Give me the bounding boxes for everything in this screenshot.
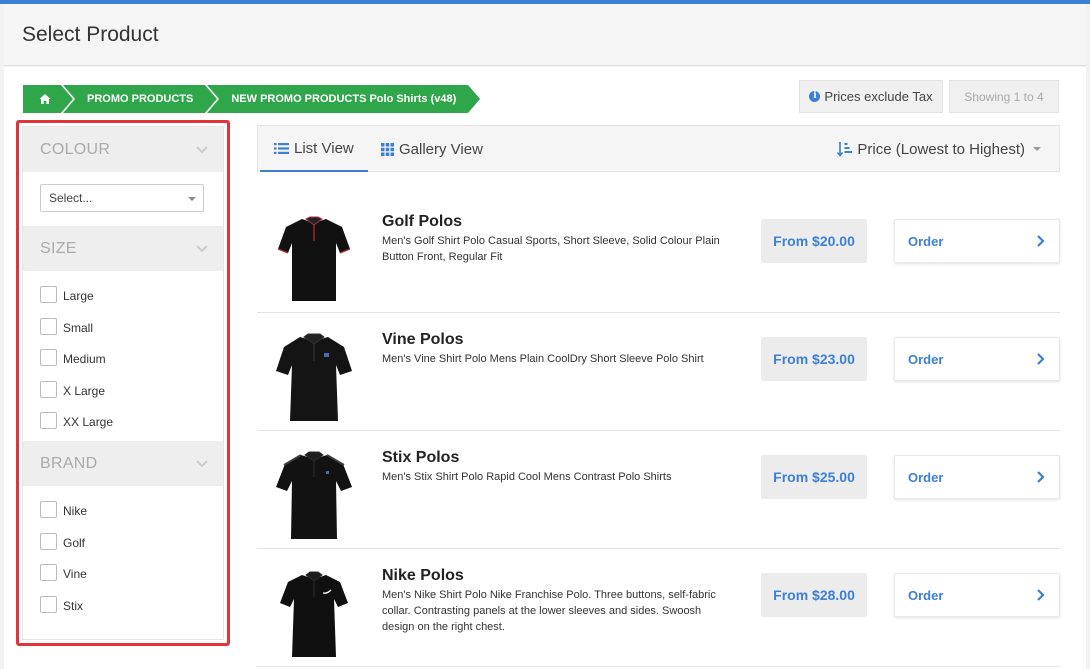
option-label: Small (63, 320, 94, 335)
brand-filter-header[interactable]: BRAND (23, 440, 223, 486)
brand-option-vine[interactable]: Vine (40, 561, 223, 593)
page-header: Select Product (4, 4, 1086, 66)
order-label: Order (908, 352, 944, 367)
price-badge: From $20.00 (761, 219, 867, 263)
chevron-down-icon (196, 460, 208, 468)
size-filter-header[interactable]: SIZE (23, 226, 223, 271)
colour-filter-header[interactable]: COLOUR (23, 127, 223, 172)
sort-caret-icon (1033, 147, 1041, 151)
option-label: XX Large (63, 415, 114, 430)
tax-label: Prices exclude Tax (824, 89, 933, 104)
product-name[interactable]: Golf Polos (382, 213, 462, 231)
gallery-view-label: Gallery View (399, 140, 483, 158)
brand-option-golf[interactable]: Golf (40, 530, 223, 562)
order-button[interactable]: Order (894, 455, 1060, 499)
product-name[interactable]: Vine Polos (382, 331, 464, 349)
select-caret-icon (188, 197, 196, 201)
order-button[interactable]: Order (894, 219, 1060, 263)
product-name[interactable]: Nike Polos (382, 567, 464, 585)
checkbox[interactable] (40, 317, 57, 335)
order-label: Order (908, 588, 944, 603)
brand-option-stix[interactable]: Stix (40, 593, 223, 625)
size-option-x-large[interactable]: X Large (40, 378, 223, 410)
info-icon: i (809, 91, 821, 102)
size-option-small[interactable]: Small (40, 315, 223, 347)
price-badge: From $28.00 (761, 573, 867, 617)
list-view-label: List View (294, 139, 354, 157)
checkbox[interactable] (40, 380, 57, 398)
view-toolbar: List View Gallery View Price (Lowest to … (257, 125, 1060, 172)
breadcrumb-polo-shirts[interactable]: NEW PROMO PRODUCTS Polo Shirts (v48) (207, 85, 481, 113)
home-icon (39, 94, 51, 104)
order-label: Order (908, 470, 944, 485)
chevron-right-icon (1037, 471, 1045, 483)
sort-label: Price (Lowest to Highest) (857, 140, 1025, 158)
order-button[interactable]: Order (894, 573, 1060, 617)
polo-shirt-image (280, 571, 348, 657)
option-label: X Large (63, 383, 106, 398)
showing-count: Showing 1 to 4 (949, 80, 1059, 113)
checkbox[interactable] (40, 500, 57, 518)
option-label: Medium (63, 352, 106, 367)
order-label: Order (908, 234, 944, 249)
size-options: Large Small Medium X Large XX Large (23, 271, 223, 441)
page-title: Select Product (22, 23, 159, 46)
checkbox[interactable] (40, 564, 57, 582)
sort-dropdown[interactable]: Price (Lowest to Highest) (837, 126, 1041, 172)
product-row: Stix Polos Men's Stix Shirt Polo Rapid C… (257, 431, 1060, 549)
filter-sidebar: COLOUR Select... SIZE Large Small Medium… (22, 126, 224, 640)
product-row: Golf Polos Men's Golf Shirt Polo Casual … (257, 195, 1060, 313)
colour-select[interactable]: Select... (40, 184, 204, 212)
price-badge: From $25.00 (761, 455, 867, 499)
checkbox[interactable] (40, 286, 57, 303)
checkbox[interactable] (40, 349, 57, 367)
product-name[interactable]: Stix Polos (382, 449, 459, 467)
colour-select-value: Select... (49, 191, 93, 205)
option-label: Golf (63, 535, 86, 550)
polo-shirt-image (276, 333, 352, 421)
option-label: Vine (63, 567, 87, 582)
colour-filter-title: COLOUR (40, 141, 111, 158)
size-option-large[interactable]: Large (40, 283, 223, 315)
polo-shirt-image (277, 216, 351, 301)
brand-option-nike[interactable]: Nike (40, 498, 223, 530)
breadcrumb-promo-products[interactable]: PROMO PRODUCTS (63, 85, 220, 113)
size-option-xx-large[interactable]: XX Large (40, 409, 223, 441)
chevron-right-icon (1037, 353, 1045, 365)
option-label: Stix (63, 598, 84, 613)
sort-amount-icon (837, 142, 853, 157)
filter-sidebar-highlight: COLOUR Select... SIZE Large Small Medium… (16, 120, 230, 646)
checkbox[interactable] (40, 532, 57, 550)
product-description: Men's Vine Shirt Polo Mens Plain CoolDry… (382, 353, 704, 365)
tab-gallery-view[interactable]: Gallery View (367, 126, 497, 172)
checkbox[interactable] (40, 595, 57, 613)
price-badge: From $23.00 (761, 337, 867, 381)
brand-options: Nike Golf Vine Stix (23, 486, 223, 624)
chevron-right-icon (1037, 589, 1045, 601)
chevron-right-icon (1037, 235, 1045, 247)
option-label: Nike (63, 503, 88, 518)
breadcrumb-home[interactable] (23, 85, 75, 113)
product-description: Men's Stix Shirt Polo Rapid Cool Mens Co… (382, 471, 672, 483)
list-icon (274, 142, 289, 154)
grid-icon (381, 142, 394, 156)
product-description: Men's Nike Shirt Polo Nike Franchise Pol… (382, 589, 716, 633)
product-row: Nike Polos Men's Nike Shirt Polo Nike Fr… (257, 549, 1060, 667)
prices-tax-button[interactable]: i Prices exclude Tax (799, 80, 943, 113)
size-filter-title: SIZE (40, 240, 77, 257)
product-row: Vine Polos Men's Vine Shirt Polo Mens Pl… (257, 313, 1060, 431)
brand-filter-title: BRAND (40, 454, 98, 472)
checkbox[interactable] (40, 412, 57, 430)
option-label: Large (63, 289, 94, 303)
polo-shirt-image (276, 451, 352, 539)
breadcrumb: PROMO PRODUCTS NEW PROMO PRODUCTS Polo S… (23, 85, 481, 113)
tab-list-view[interactable]: List View (260, 126, 368, 172)
main-content: PROMO PRODUCTS NEW PROMO PRODUCTS Polo S… (4, 67, 1086, 669)
chevron-down-icon (196, 245, 208, 253)
product-description: Men's Golf Shirt Polo Casual Sports, Sho… (382, 235, 720, 263)
order-button[interactable]: Order (894, 337, 1060, 381)
chevron-down-icon (196, 146, 208, 154)
size-option-medium[interactable]: Medium (40, 346, 223, 378)
